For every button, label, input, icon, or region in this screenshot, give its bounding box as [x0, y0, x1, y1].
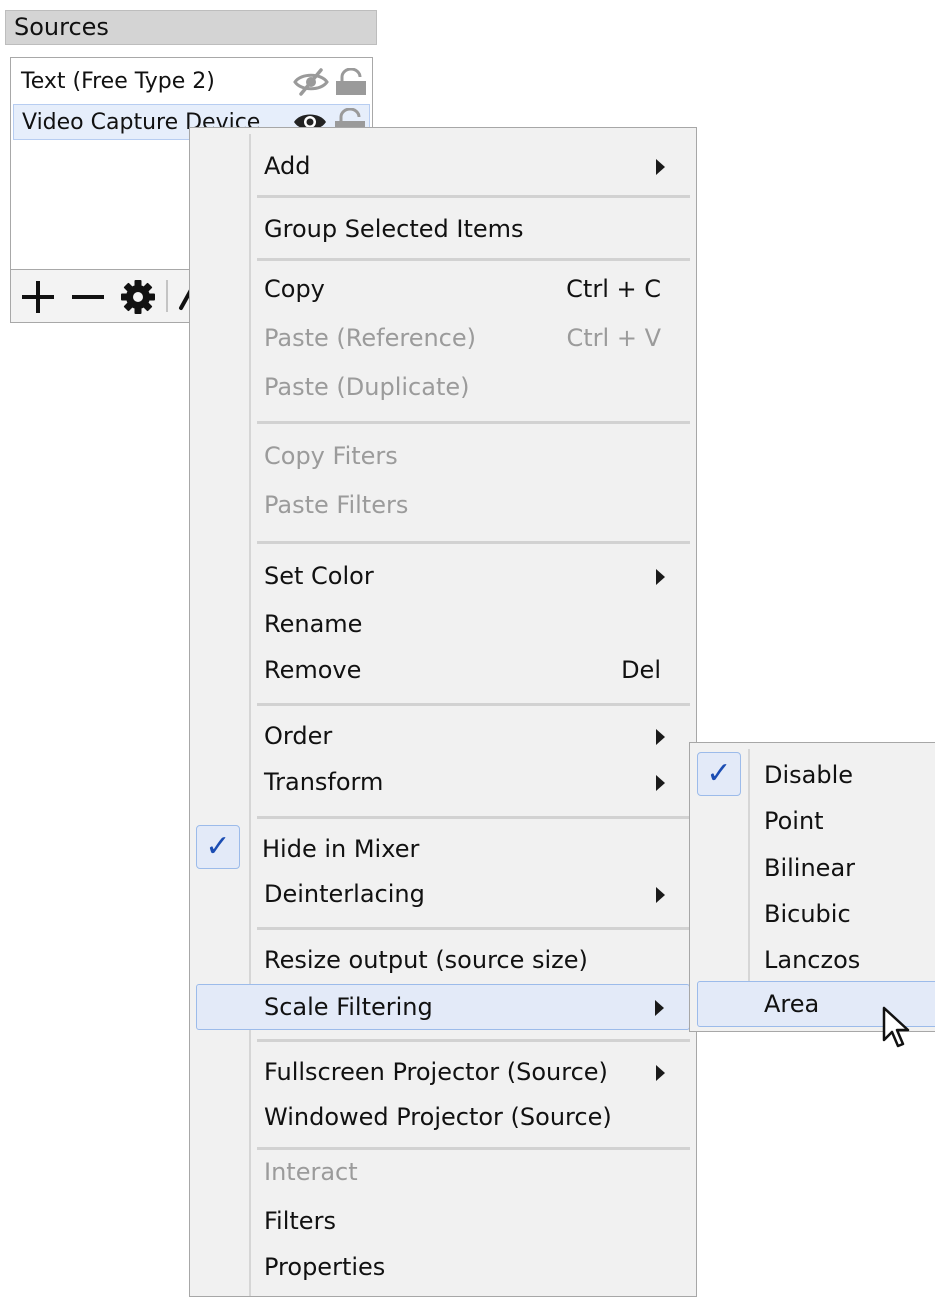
scale-filtering-submenu: ✓ Disable Point Bilinear Bicubic Lanczos… — [689, 742, 935, 1032]
menu-separator — [257, 258, 690, 261]
submenu-arrow-icon — [656, 887, 665, 903]
sources-dock-title: Sources — [5, 10, 377, 45]
submenu-item-bilinear[interactable]: Bilinear — [690, 846, 935, 890]
menu-item-resize-output[interactable]: Resize output (source size) — [190, 938, 696, 982]
toolbar-separator — [166, 280, 168, 312]
submenu-arrow-icon — [655, 1000, 664, 1016]
plus-icon[interactable] — [19, 278, 57, 316]
menu-item-filters[interactable]: Filters — [190, 1199, 696, 1243]
menu-item-copy[interactable]: Copy Ctrl + C — [190, 267, 696, 311]
menu-separator — [257, 927, 690, 930]
menu-item-order[interactable]: Order — [190, 714, 696, 758]
submenu-arrow-icon — [656, 729, 665, 745]
menu-item-windowed-projector[interactable]: Windowed Projector (Source) — [190, 1095, 696, 1139]
menu-item-deinterlacing[interactable]: Deinterlacing — [190, 872, 696, 916]
submenu-arrow-icon — [656, 1065, 665, 1081]
submenu-item-disable[interactable]: Disable — [690, 753, 935, 797]
shortcut-label: Ctrl + C — [566, 275, 661, 303]
menu-item-group-selected-items[interactable]: Group Selected Items — [190, 207, 696, 251]
minus-icon[interactable] — [69, 278, 107, 316]
menu-item-copy-filters[interactable]: Copy Fiters — [190, 434, 696, 478]
menu-item-rename[interactable]: Rename — [190, 602, 696, 646]
gear-icon[interactable] — [119, 278, 157, 316]
submenu-arrow-icon — [656, 159, 665, 175]
shortcut-label: Del — [621, 656, 661, 684]
menu-item-fullscreen-projector[interactable]: Fullscreen Projector (Source) — [190, 1050, 696, 1094]
menu-separator — [257, 703, 690, 706]
menu-item-add[interactable]: Add — [190, 144, 696, 188]
menu-separator — [257, 816, 690, 819]
menu-item-set-color[interactable]: Set Color — [190, 554, 696, 598]
menu-separator — [257, 541, 690, 544]
menu-item-properties[interactable]: Properties — [190, 1245, 696, 1289]
menu-item-transform[interactable]: Transform — [190, 760, 696, 804]
submenu-item-point[interactable]: Point — [690, 799, 935, 843]
menu-separator — [257, 421, 690, 424]
eye-hidden-icon[interactable] — [293, 68, 329, 96]
source-item-text-free-type[interactable]: Text (Free Type 2) — [13, 64, 370, 100]
menu-separator — [257, 195, 690, 198]
menu-item-scale-filtering[interactable]: Scale Filtering — [196, 984, 690, 1030]
menu-item-paste-filters[interactable]: Paste Filters — [190, 483, 696, 527]
mouse-pointer-icon — [881, 1004, 911, 1050]
menu-item-paste-duplicate[interactable]: Paste (Duplicate) — [190, 365, 696, 409]
submenu-item-lanczos[interactable]: Lanczos — [690, 938, 935, 982]
menu-item-hide-in-mixer[interactable]: Hide in Mixer — [190, 827, 696, 871]
menu-item-interact[interactable]: Interact — [190, 1150, 696, 1194]
submenu-item-bicubic[interactable]: Bicubic — [690, 892, 935, 936]
source-context-menu: Add Group Selected Items Copy Ctrl + C P… — [189, 127, 697, 1297]
menu-item-paste-reference[interactable]: Paste (Reference) Ctrl + V — [190, 316, 696, 360]
menu-item-remove[interactable]: Remove Del — [190, 648, 696, 692]
unlock-icon[interactable] — [333, 68, 369, 96]
shortcut-label: Ctrl + V — [566, 324, 662, 352]
menu-separator — [257, 1039, 690, 1042]
submenu-arrow-icon — [656, 569, 665, 585]
source-item-label: Text (Free Type 2) — [21, 69, 215, 94]
submenu-arrow-icon — [656, 775, 665, 791]
